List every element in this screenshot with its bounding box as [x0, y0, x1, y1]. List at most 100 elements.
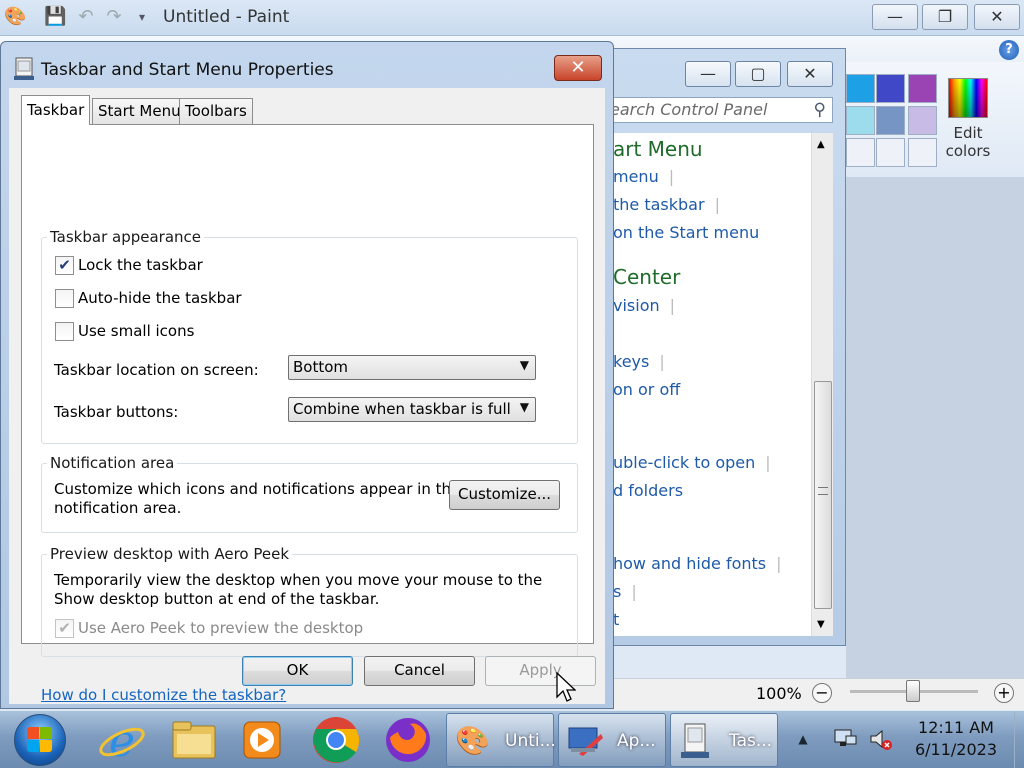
paint-icon: 🎨: [455, 724, 490, 757]
cp-minimize-button[interactable]: —: [685, 61, 731, 87]
taskbar-location-value: Bottom: [293, 358, 349, 376]
show-desktop-button[interactable]: [1014, 712, 1024, 768]
tab-start-menu[interactable]: Start Menu: [92, 98, 187, 124]
group-title: Notification area: [47, 454, 178, 472]
save-icon[interactable]: 💾: [44, 7, 66, 27]
paint-titlebar: 🎨 💾 ↶ ↷ ▾ Untitled - Paint — ❐ ✕: [0, 0, 1024, 36]
customize-quick-access-icon[interactable]: ▾: [132, 7, 152, 27]
color-swatch[interactable]: [846, 74, 875, 103]
taskbar-buttons-value: Combine when taskbar is full: [293, 400, 511, 418]
zoom-out-button[interactable]: −: [812, 683, 832, 703]
tab-taskbar[interactable]: Taskbar: [21, 95, 91, 125]
color-swatch[interactable]: [846, 106, 875, 135]
control-panel-search-input[interactable]: earch Control Panel ⚲: [601, 97, 833, 123]
file-explorer-icon[interactable]: [168, 714, 220, 766]
cp-task-link[interactable]: the taskbar |: [613, 195, 720, 214]
paint-minimize-button[interactable]: —: [872, 4, 918, 30]
cp-category-heading[interactable]: Center: [613, 265, 680, 289]
undo-icon[interactable]: ↶: [76, 7, 96, 27]
color-swatch[interactable]: [876, 106, 905, 135]
lock-taskbar-checkbox[interactable]: ✔: [55, 256, 74, 275]
chevron-down-icon: ▼: [519, 400, 529, 414]
chrome-icon[interactable]: [310, 714, 362, 766]
cp-task-link[interactable]: d folders: [613, 481, 683, 500]
taskbar-properties-dialog: Taskbar and Start Menu Properties ✕ Task…: [0, 41, 614, 709]
apply-button: Apply: [485, 656, 596, 686]
cp-close-button[interactable]: ✕: [787, 61, 833, 87]
color-swatch[interactable]: [908, 138, 937, 167]
cp-task-link[interactable]: vision |: [613, 296, 675, 315]
clock-time: 12:11 AM: [918, 718, 994, 737]
paint-app-icon[interactable]: 🎨: [4, 7, 26, 27]
cp-task-link[interactable]: s |: [613, 582, 637, 601]
notification-description-line2: notification area.: [54, 499, 182, 517]
appearance-personalization-icon: [568, 727, 603, 756]
network-icon[interactable]: [832, 726, 858, 752]
taskbar-location-dropdown[interactable]: Bottom ▼: [288, 355, 536, 380]
scrollbar-thumb[interactable]: [814, 381, 832, 609]
internet-explorer-icon[interactable]: e: [96, 714, 148, 766]
edit-colors-label: Edit colors: [945, 124, 991, 160]
color-swatch[interactable]: [876, 138, 905, 167]
paint-canvas-area[interactable]: [846, 177, 1024, 678]
color-swatch[interactable]: [908, 74, 937, 103]
group-title: Preview desktop with Aero Peek: [47, 545, 293, 563]
help-icon[interactable]: ?: [999, 40, 1019, 60]
ok-button[interactable]: OK: [242, 656, 353, 686]
redo-icon[interactable]: ↷: [104, 7, 124, 27]
taskbar-properties-icon: [14, 57, 34, 80]
volume-muted-icon[interactable]: [868, 726, 894, 752]
cp-task-link[interactable]: menu |: [613, 167, 674, 186]
lock-taskbar-label[interactable]: Lock the taskbar: [78, 256, 203, 274]
cp-task-link[interactable]: how and hide fonts |: [613, 554, 782, 573]
color-swatch[interactable]: [846, 138, 875, 167]
dialog-body: Taskbar Start Menu Toolbars Taskbar appe…: [9, 88, 605, 704]
taskbar-button-appearance[interactable]: Ap...: [558, 713, 666, 767]
color-spectrum-icon: [948, 78, 988, 118]
clock-date: 6/11/2023: [914, 740, 998, 759]
paint-close-button[interactable]: ✕: [974, 4, 1020, 30]
color-swatch[interactable]: [908, 106, 937, 135]
edit-colors-button[interactable]: Edit colors: [940, 74, 996, 174]
cp-vertical-scrollbar[interactable]: ▲ ▼: [811, 133, 833, 636]
tab-toolbars[interactable]: Toolbars: [179, 98, 253, 124]
firefox-icon[interactable]: [382, 714, 434, 766]
media-player-icon[interactable]: [236, 714, 288, 766]
paint-restore-button[interactable]: ❐: [922, 4, 968, 30]
dialog-close-button[interactable]: ✕: [554, 55, 602, 81]
auto-hide-checkbox[interactable]: [55, 289, 74, 308]
cp-task-link[interactable]: on or off: [613, 380, 680, 399]
taskbar-buttons-label: Taskbar buttons:: [54, 403, 179, 421]
mouse-pointer-icon: [556, 672, 576, 702]
small-icons-checkbox[interactable]: [55, 322, 74, 341]
auto-hide-label[interactable]: Auto-hide the taskbar: [78, 289, 242, 307]
small-icons-label[interactable]: Use small icons: [78, 322, 194, 340]
cp-maximize-button[interactable]: ▢: [735, 61, 781, 87]
taskbar-buttons-dropdown[interactable]: Combine when taskbar is full ▼: [288, 397, 536, 422]
cp-task-link[interactable]: on the Start menu: [613, 223, 759, 242]
aero-peek-description-line1: Temporarily view the desktop when you mo…: [54, 571, 543, 589]
taskbar-button-paint[interactable]: 🎨 Unti...: [446, 713, 556, 767]
search-icon[interactable]: ⚲: [814, 100, 826, 120]
scroll-up-arrow-icon[interactable]: ▲: [817, 139, 825, 150]
control-panel-window: — ▢ ✕ earch Control Panel ⚲ art Menu men…: [600, 48, 846, 646]
customize-taskbar-help-link[interactable]: How do I customize the taskbar?: [41, 686, 286, 704]
cancel-button[interactable]: Cancel: [364, 656, 475, 686]
cp-task-link[interactable]: keys |: [613, 352, 665, 371]
aero-peek-label: Use Aero Peek to preview the desktop: [78, 619, 364, 637]
notification-description-line1: Customize which icons and notifications …: [54, 480, 461, 498]
cp-task-link[interactable]: uble-click to open |: [613, 453, 771, 472]
show-hidden-icons-button[interactable]: ▲: [790, 726, 816, 752]
customize-button[interactable]: Customize...: [449, 480, 560, 510]
cp-category-heading[interactable]: art Menu: [613, 137, 703, 161]
color-swatch[interactable]: [876, 74, 905, 103]
taskbar-button-label: Ap...: [617, 731, 656, 751]
start-button[interactable]: [14, 714, 66, 766]
chevron-down-icon: ▼: [519, 358, 529, 372]
zoom-in-button[interactable]: +: [994, 683, 1014, 703]
taskbar-properties-icon: [681, 723, 709, 758]
zoom-slider-thumb[interactable]: [906, 680, 920, 702]
system-clock[interactable]: 12:11 AM 6/11/2023: [906, 717, 1006, 761]
scroll-down-arrow-icon[interactable]: ▼: [817, 619, 825, 630]
taskbar-button-taskbar-properties[interactable]: Tas...: [670, 713, 778, 767]
